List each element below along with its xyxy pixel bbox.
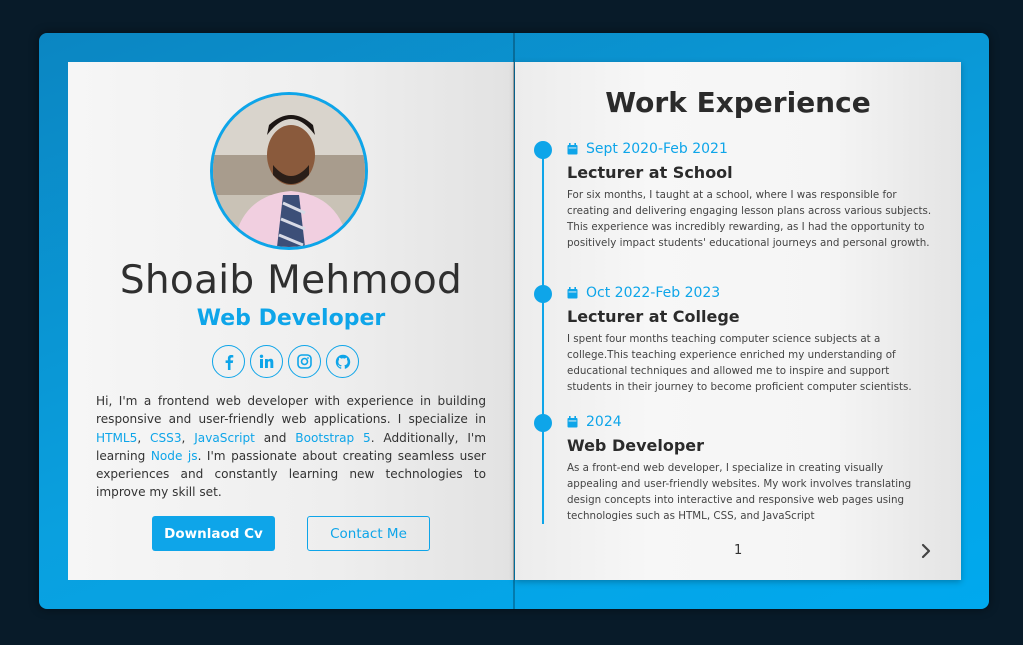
next-page-button[interactable]: [918, 543, 934, 559]
skill-html5: HTML5: [96, 430, 138, 445]
instagram-link[interactable]: [288, 345, 321, 378]
calendar-icon: [567, 287, 578, 299]
skill-javascript: JavaScript: [194, 430, 255, 445]
profile-name: Shoaib Mehmood: [119, 258, 463, 303]
timeline-description: For six months, I taught at a school, wh…: [567, 189, 932, 249]
timeline-line: [542, 150, 544, 524]
social-links: [212, 345, 359, 378]
profile-page: Shoaib Mehmood Web Developer Hi, I'm a f…: [68, 62, 514, 580]
chevron-right-icon: [921, 543, 931, 559]
timeline-date: Sept 2020-Feb 2021: [567, 141, 728, 157]
timeline-title: Lecturer at School: [567, 163, 733, 182]
timeline-date: Oct 2022-Feb 2023: [567, 285, 720, 301]
page-number: 1: [734, 543, 743, 558]
page-title: Work Experience: [605, 86, 871, 119]
timeline-dot: [534, 414, 552, 432]
linkedin-icon: [259, 354, 274, 368]
timeline-title: Lecturer at College: [567, 307, 740, 326]
download-cv-button[interactable]: Downlaod Cv: [152, 516, 275, 551]
timeline-dot: [534, 141, 552, 159]
timeline-description: I spent four months teaching computer sc…: [567, 333, 912, 393]
profile-role: Web Developer: [196, 306, 386, 331]
timeline-description: As a front-end web developer, I speciali…: [567, 462, 912, 522]
experience-page: Work Experience Sept 2020-Feb 2021 Lectu…: [515, 62, 961, 580]
profile-bio: Hi, I'm a frontend web developer with ex…: [96, 394, 486, 500]
github-link[interactable]: [326, 345, 359, 378]
calendar-icon: [567, 416, 578, 428]
avatar: [210, 92, 368, 250]
calendar-icon: [567, 143, 578, 155]
github-icon: [335, 354, 350, 369]
timeline-date: 2024: [567, 414, 622, 430]
learning-nodejs: Node js: [150, 448, 198, 463]
contact-me-button[interactable]: Contact Me: [307, 516, 430, 551]
linkedin-link[interactable]: [250, 345, 283, 378]
skill-bootstrap: Bootstrap 5: [295, 430, 371, 445]
timeline-dot: [534, 285, 552, 303]
facebook-link[interactable]: [212, 345, 245, 378]
facebook-icon: [225, 354, 233, 370]
timeline-title: Web Developer: [567, 436, 705, 455]
instagram-icon: [297, 354, 312, 369]
skill-css3: CSS3: [150, 430, 182, 445]
